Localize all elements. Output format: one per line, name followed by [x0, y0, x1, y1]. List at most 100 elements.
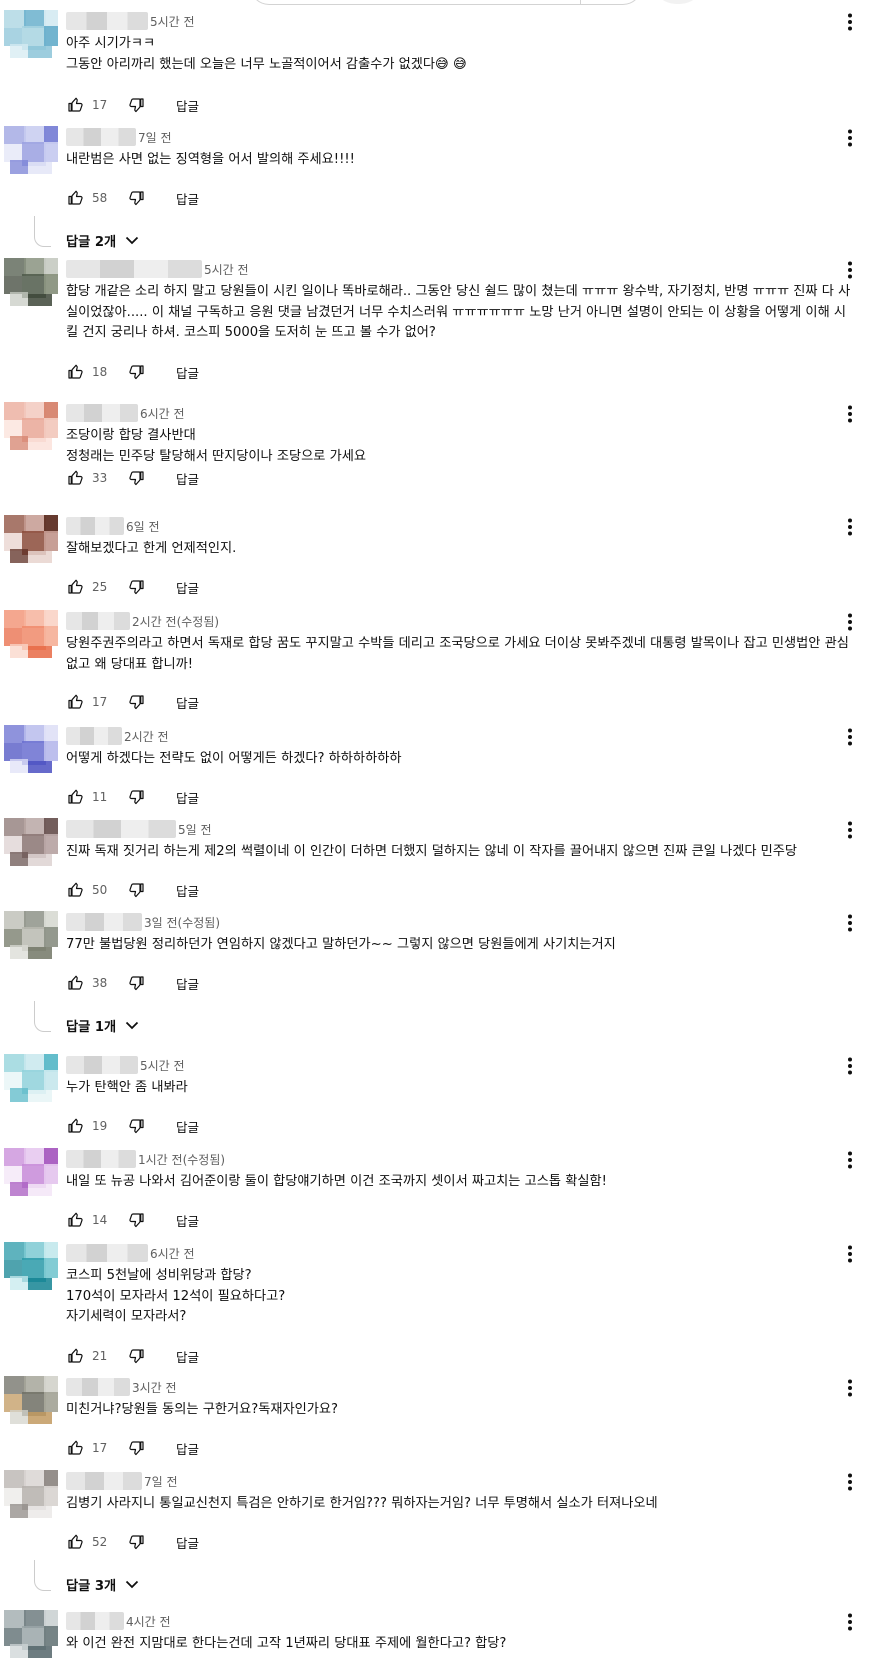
view-replies-button[interactable]: 답글 1개	[66, 1015, 140, 1035]
dislike-icon[interactable]	[128, 363, 146, 381]
more-actions-icon[interactable]	[840, 517, 860, 537]
like-icon[interactable]	[66, 1117, 84, 1135]
search-box-edge[interactable]	[250, 0, 642, 5]
avatar[interactable]	[4, 126, 58, 174]
dislike-icon[interactable]	[128, 189, 146, 207]
avatar[interactable]	[4, 1054, 58, 1102]
avatar[interactable]	[4, 1470, 58, 1518]
more-actions-icon[interactable]	[840, 1378, 860, 1398]
reply-button[interactable]: 답글	[176, 363, 199, 382]
more-actions-icon[interactable]	[840, 612, 860, 632]
more-actions-icon[interactable]	[840, 260, 860, 280]
comment-timestamp[interactable]: 6시간 전	[140, 405, 185, 422]
dislike-icon[interactable]	[128, 578, 146, 596]
author-name-redacted[interactable]	[66, 820, 176, 838]
more-actions-icon[interactable]	[840, 12, 860, 32]
more-actions-icon[interactable]	[840, 128, 860, 148]
dislike-icon[interactable]	[128, 469, 146, 487]
more-actions-icon[interactable]	[840, 1612, 860, 1632]
avatar[interactable]	[4, 258, 58, 306]
more-actions-icon[interactable]	[840, 404, 860, 424]
reply-button[interactable]: 답글	[176, 881, 199, 900]
view-replies-button[interactable]: 답글 3개	[66, 1574, 140, 1594]
like-icon[interactable]	[66, 1347, 84, 1365]
reply-button[interactable]: 답글	[176, 1533, 199, 1552]
like-icon[interactable]	[66, 1439, 84, 1457]
reply-button[interactable]: 답글	[176, 469, 199, 488]
dislike-icon[interactable]	[128, 1347, 146, 1365]
like-icon[interactable]	[66, 189, 84, 207]
reply-button[interactable]: 답글	[176, 1439, 199, 1458]
voice-search-button[interactable]	[660, 0, 696, 4]
author-name-redacted[interactable]	[66, 612, 130, 630]
comment-timestamp[interactable]: 2시간 전(수정됨)	[132, 613, 219, 630]
comment-timestamp[interactable]: 7일 전	[144, 1473, 178, 1490]
author-name-redacted[interactable]	[66, 128, 136, 146]
like-icon[interactable]	[66, 1211, 84, 1229]
more-actions-icon[interactable]	[840, 1150, 860, 1170]
view-replies-button[interactable]: 답글 2개	[66, 230, 140, 250]
like-icon[interactable]	[66, 693, 84, 711]
more-actions-icon[interactable]	[840, 1472, 860, 1492]
avatar[interactable]	[4, 515, 58, 563]
comment-timestamp[interactable]: 3시간 전	[132, 1379, 177, 1396]
author-name-redacted[interactable]	[66, 1378, 130, 1396]
comment-timestamp[interactable]: 3일 전(수정됨)	[144, 914, 220, 931]
more-actions-icon[interactable]	[840, 913, 860, 933]
comment-timestamp[interactable]: 6일 전	[126, 518, 160, 535]
dislike-icon[interactable]	[128, 96, 146, 114]
reply-button[interactable]: 답글	[176, 788, 199, 807]
comment-timestamp[interactable]: 7일 전	[138, 129, 172, 146]
author-name-redacted[interactable]	[66, 1244, 148, 1262]
like-icon[interactable]	[66, 363, 84, 381]
reply-button[interactable]: 답글	[176, 1347, 199, 1366]
avatar[interactable]	[4, 1242, 58, 1290]
dislike-icon[interactable]	[128, 693, 146, 711]
author-name-redacted[interactable]	[66, 12, 148, 30]
dislike-icon[interactable]	[128, 1439, 146, 1457]
author-name-redacted[interactable]	[66, 1472, 142, 1490]
dislike-icon[interactable]	[128, 974, 146, 992]
dislike-icon[interactable]	[128, 881, 146, 899]
like-icon[interactable]	[66, 96, 84, 114]
reply-button[interactable]: 답글	[176, 974, 199, 993]
comment-timestamp[interactable]: 1시간 전(수정됨)	[138, 1151, 225, 1168]
avatar[interactable]	[4, 1610, 58, 1658]
like-icon[interactable]	[66, 578, 84, 596]
more-actions-icon[interactable]	[840, 1244, 860, 1264]
avatar[interactable]	[4, 10, 58, 58]
author-name-redacted[interactable]	[66, 727, 122, 745]
author-name-redacted[interactable]	[66, 260, 202, 278]
dislike-icon[interactable]	[128, 1533, 146, 1551]
dislike-icon[interactable]	[128, 1211, 146, 1229]
avatar[interactable]	[4, 402, 58, 450]
reply-button[interactable]: 답글	[176, 1211, 199, 1230]
like-icon[interactable]	[66, 469, 84, 487]
comment-timestamp[interactable]: 5시간 전	[204, 261, 249, 278]
reply-button[interactable]: 답글	[176, 189, 199, 208]
author-name-redacted[interactable]	[66, 517, 124, 535]
more-actions-icon[interactable]	[840, 727, 860, 747]
comment-timestamp[interactable]: 5시간 전	[150, 13, 195, 30]
avatar[interactable]	[4, 725, 58, 773]
comment-timestamp[interactable]: 4시간 전	[126, 1613, 171, 1630]
dislike-icon[interactable]	[128, 788, 146, 806]
avatar[interactable]	[4, 911, 58, 959]
reply-button[interactable]: 답글	[176, 1117, 199, 1136]
author-name-redacted[interactable]	[66, 1056, 138, 1074]
avatar[interactable]	[4, 1376, 58, 1424]
dislike-icon[interactable]	[128, 1117, 146, 1135]
comment-timestamp[interactable]: 6시간 전	[150, 1245, 195, 1262]
comment-timestamp[interactable]: 5일 전	[178, 821, 212, 838]
author-name-redacted[interactable]	[66, 1612, 124, 1630]
author-name-redacted[interactable]	[66, 913, 142, 931]
more-actions-icon[interactable]	[840, 1056, 860, 1076]
like-icon[interactable]	[66, 1533, 84, 1551]
comment-timestamp[interactable]: 2시간 전	[124, 728, 169, 745]
more-actions-icon[interactable]	[840, 820, 860, 840]
reply-button[interactable]: 답글	[176, 578, 199, 597]
comment-timestamp[interactable]: 5시간 전	[140, 1057, 185, 1074]
like-icon[interactable]	[66, 974, 84, 992]
reply-button[interactable]: 답글	[176, 96, 199, 115]
avatar[interactable]	[4, 610, 58, 658]
